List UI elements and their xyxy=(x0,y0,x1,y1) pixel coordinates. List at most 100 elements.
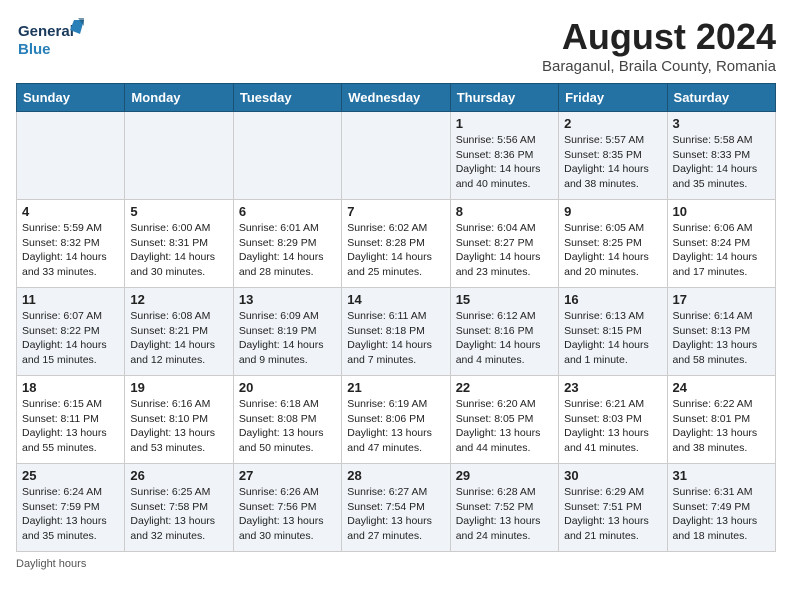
day-info: Sunrise: 6:12 AM Sunset: 8:16 PM Dayligh… xyxy=(456,309,553,368)
day-number: 26 xyxy=(130,468,227,483)
calendar-cell: 16Sunrise: 6:13 AM Sunset: 8:15 PM Dayli… xyxy=(559,288,667,376)
day-info: Sunrise: 6:01 AM Sunset: 8:29 PM Dayligh… xyxy=(239,221,336,280)
calendar-cell: 27 Sunrise: 6:26 AM Sunset: 7:56 PM Dayli… xyxy=(233,464,341,552)
day-number: 29 xyxy=(456,468,553,483)
day-number: 9 xyxy=(564,204,661,219)
day-number: 14 xyxy=(347,292,444,307)
page-header: General Blue August 2024 Baraganul, Brai… xyxy=(16,16,776,75)
day-number: 24 xyxy=(673,380,770,395)
day-number: 4 xyxy=(22,204,119,219)
day-info: Sunrise: 6:14 AM Sunset: 8:13 PM Dayligh… xyxy=(673,309,770,368)
day-info: Sunrise: 5:57 AM Sunset: 8:35 PM Dayligh… xyxy=(564,133,661,192)
calendar-cell: 28 Sunrise: 6:27 AM Sunset: 7:54 PM Dayli… xyxy=(342,464,450,552)
calendar-cell: 6 Sunrise: 6:01 AM Sunset: 8:29 PM Daylig… xyxy=(233,200,341,288)
day-number: 15 xyxy=(456,292,553,307)
day-info: Sunrise: 6:20 AM Sunset: 8:05 PM Dayligh… xyxy=(456,397,553,456)
day-number: 19 xyxy=(130,380,227,395)
calendar-week-row: 11 Sunrise: 6:07 AM Sunset: 8:22 PM Dayli… xyxy=(17,288,776,376)
day-number: 10 xyxy=(673,204,770,219)
calendar-cell: 20Sunrise: 6:18 AM Sunset: 8:08 PM Dayli… xyxy=(233,376,341,464)
col-header-thursday: Thursday xyxy=(450,84,558,112)
calendar-cell: 1 Sunrise: 5:56 AM Sunset: 8:36 PM Daylig… xyxy=(450,112,558,200)
calendar-cell: 25 Sunrise: 6:24 AM Sunset: 7:59 PM Dayli… xyxy=(17,464,125,552)
day-info: Sunrise: 6:09 AM Sunset: 8:19 PM Dayligh… xyxy=(239,309,336,368)
footer-note: Daylight hours xyxy=(16,558,776,570)
day-number: 22 xyxy=(456,380,553,395)
day-info: Sunrise: 5:56 AM Sunset: 8:36 PM Dayligh… xyxy=(456,133,553,192)
day-number: 7 xyxy=(347,204,444,219)
calendar-cell: 12Sunrise: 6:08 AM Sunset: 8:21 PM Dayli… xyxy=(125,288,233,376)
calendar-cell: 24 Sunrise: 6:22 AM Sunset: 8:01 PM Dayli… xyxy=(667,376,775,464)
col-header-sunday: Sunday xyxy=(17,84,125,112)
day-number: 12 xyxy=(130,292,227,307)
day-info: Sunrise: 5:59 AM Sunset: 8:32 PM Dayligh… xyxy=(22,221,119,280)
day-number: 8 xyxy=(456,204,553,219)
calendar-cell: 15 Sunrise: 6:12 AM Sunset: 8:16 PM Dayli… xyxy=(450,288,558,376)
day-info: Sunrise: 6:29 AM Sunset: 7:51 PM Dayligh… xyxy=(564,485,661,544)
calendar-week-row: 4 Sunrise: 5:59 AM Sunset: 8:32 PM Daylig… xyxy=(17,200,776,288)
day-number: 13 xyxy=(239,292,336,307)
day-info: Sunrise: 6:27 AM Sunset: 7:54 PM Dayligh… xyxy=(347,485,444,544)
day-info: Sunrise: 6:06 AM Sunset: 8:24 PM Dayligh… xyxy=(673,221,770,280)
day-info: Sunrise: 6:24 AM Sunset: 7:59 PM Dayligh… xyxy=(22,485,119,544)
location-subtitle: Baraganul, Braila County, Romania xyxy=(542,58,776,75)
col-header-saturday: Saturday xyxy=(667,84,775,112)
calendar-cell xyxy=(125,112,233,200)
calendar-cell xyxy=(342,112,450,200)
calendar-cell: 21 Sunrise: 6:19 AM Sunset: 8:06 PM Dayli… xyxy=(342,376,450,464)
calendar-cell xyxy=(233,112,341,200)
day-info: Sunrise: 6:26 AM Sunset: 7:56 PM Dayligh… xyxy=(239,485,336,544)
day-info: Sunrise: 6:02 AM Sunset: 8:28 PM Dayligh… xyxy=(347,221,444,280)
calendar-cell: 8 Sunrise: 6:04 AM Sunset: 8:27 PM Daylig… xyxy=(450,200,558,288)
day-number: 17 xyxy=(673,292,770,307)
svg-text:Blue: Blue xyxy=(18,41,51,58)
calendar-cell: 5Sunrise: 6:00 AM Sunset: 8:31 PM Daylig… xyxy=(125,200,233,288)
day-number: 11 xyxy=(22,292,119,307)
day-number: 25 xyxy=(22,468,119,483)
calendar-header-row: SundayMondayTuesdayWednesdayThursdayFrid… xyxy=(17,84,776,112)
day-number: 5 xyxy=(130,204,227,219)
day-number: 23 xyxy=(564,380,661,395)
calendar-cell: 31 Sunrise: 6:31 AM Sunset: 7:49 PM Dayli… xyxy=(667,464,775,552)
calendar-week-row: 25 Sunrise: 6:24 AM Sunset: 7:59 PM Dayli… xyxy=(17,464,776,552)
calendar-cell: 4 Sunrise: 5:59 AM Sunset: 8:32 PM Daylig… xyxy=(17,200,125,288)
day-info: Sunrise: 6:05 AM Sunset: 8:25 PM Dayligh… xyxy=(564,221,661,280)
calendar-cell: 18Sunrise: 6:15 AM Sunset: 8:11 PM Dayli… xyxy=(17,376,125,464)
calendar-cell: 2 Sunrise: 5:57 AM Sunset: 8:35 PM Daylig… xyxy=(559,112,667,200)
daylight-note: Daylight hours xyxy=(16,558,86,570)
day-info: Sunrise: 6:28 AM Sunset: 7:52 PM Dayligh… xyxy=(456,485,553,544)
day-number: 2 xyxy=(564,116,661,131)
day-number: 31 xyxy=(673,468,770,483)
calendar-cell: 3Sunrise: 5:58 AM Sunset: 8:33 PM Daylig… xyxy=(667,112,775,200)
day-number: 27 xyxy=(239,468,336,483)
day-number: 30 xyxy=(564,468,661,483)
calendar-cell: 14Sunrise: 6:11 AM Sunset: 8:18 PM Dayli… xyxy=(342,288,450,376)
calendar-week-row: 1 Sunrise: 5:56 AM Sunset: 8:36 PM Daylig… xyxy=(17,112,776,200)
logo: General Blue xyxy=(16,16,86,60)
day-info: Sunrise: 6:07 AM Sunset: 8:22 PM Dayligh… xyxy=(22,309,119,368)
day-info: Sunrise: 6:04 AM Sunset: 8:27 PM Dayligh… xyxy=(456,221,553,280)
calendar-cell: 23Sunrise: 6:21 AM Sunset: 8:03 PM Dayli… xyxy=(559,376,667,464)
calendar-cell: 13 Sunrise: 6:09 AM Sunset: 8:19 PM Dayli… xyxy=(233,288,341,376)
calendar-cell: 9 Sunrise: 6:05 AM Sunset: 8:25 PM Daylig… xyxy=(559,200,667,288)
calendar-cell: 11 Sunrise: 6:07 AM Sunset: 8:22 PM Dayli… xyxy=(17,288,125,376)
day-info: Sunrise: 6:22 AM Sunset: 8:01 PM Dayligh… xyxy=(673,397,770,456)
col-header-friday: Friday xyxy=(559,84,667,112)
day-info: Sunrise: 6:18 AM Sunset: 8:08 PM Dayligh… xyxy=(239,397,336,456)
calendar-cell: 26Sunrise: 6:25 AM Sunset: 7:58 PM Dayli… xyxy=(125,464,233,552)
title-block: August 2024 Baraganul, Braila County, Ro… xyxy=(542,16,776,75)
day-info: Sunrise: 6:19 AM Sunset: 8:06 PM Dayligh… xyxy=(347,397,444,456)
day-info: Sunrise: 6:16 AM Sunset: 8:10 PM Dayligh… xyxy=(130,397,227,456)
calendar-cell: 10 Sunrise: 6:06 AM Sunset: 8:24 PM Dayli… xyxy=(667,200,775,288)
day-number: 1 xyxy=(456,116,553,131)
calendar-table: SundayMondayTuesdayWednesdayThursdayFrid… xyxy=(16,83,776,552)
calendar-cell: 29 Sunrise: 6:28 AM Sunset: 7:52 PM Dayli… xyxy=(450,464,558,552)
calendar-cell: 30 Sunrise: 6:29 AM Sunset: 7:51 PM Dayli… xyxy=(559,464,667,552)
day-number: 21 xyxy=(347,380,444,395)
day-number: 28 xyxy=(347,468,444,483)
month-year-title: August 2024 xyxy=(542,16,776,58)
day-number: 16 xyxy=(564,292,661,307)
day-info: Sunrise: 6:31 AM Sunset: 7:49 PM Dayligh… xyxy=(673,485,770,544)
day-number: 6 xyxy=(239,204,336,219)
day-info: Sunrise: 6:15 AM Sunset: 8:11 PM Dayligh… xyxy=(22,397,119,456)
